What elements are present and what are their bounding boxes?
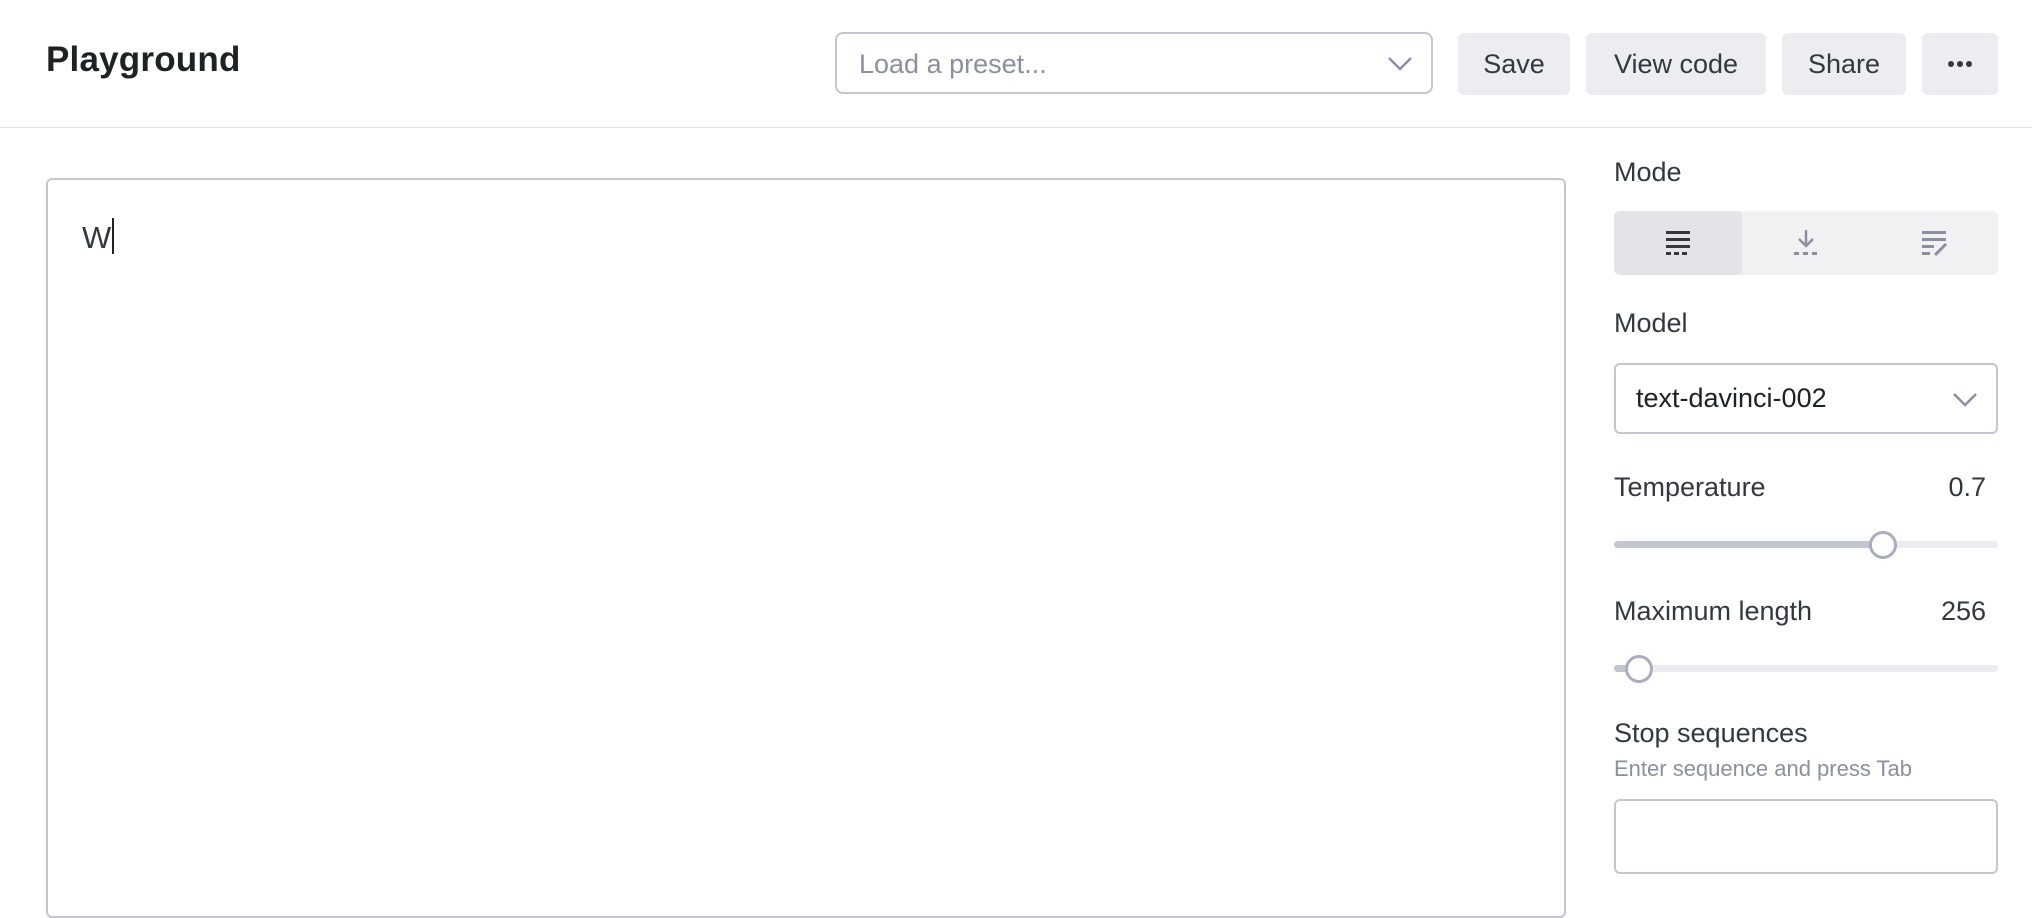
slider-fill xyxy=(1614,541,1883,548)
insert-mode-icon xyxy=(1794,230,1817,255)
complete-mode-icon xyxy=(1666,231,1690,255)
temperature-value[interactable]: 0.7 xyxy=(1948,472,1986,503)
share-button[interactable]: Share xyxy=(1782,33,1906,95)
mode-insert-button[interactable] xyxy=(1742,211,1870,275)
preset-select[interactable]: Load a preset... xyxy=(835,32,1433,94)
model-label: Model xyxy=(1614,308,1688,338)
mode-label: Mode xyxy=(1614,157,1682,187)
slider-track xyxy=(1614,665,1998,672)
header-bar: Playground Load a preset... Save View co… xyxy=(0,0,2032,128)
max-length-label: Maximum length xyxy=(1614,596,1813,626)
text-caret xyxy=(112,218,115,254)
save-button[interactable]: Save xyxy=(1458,33,1570,95)
slider-thumb[interactable] xyxy=(1869,531,1897,559)
mode-selector xyxy=(1614,211,1998,275)
prompt-editor[interactable]: W xyxy=(46,178,1566,918)
model-select[interactable]: text-davinci-002 xyxy=(1614,363,1998,434)
stop-sequences-label: Stop sequences xyxy=(1614,718,1808,748)
max-length-value[interactable]: 256 xyxy=(1941,596,1986,627)
stop-sequences-hint: Enter sequence and press Tab xyxy=(1614,756,1913,781)
edit-mode-icon xyxy=(1922,231,1948,257)
mode-edit-button[interactable] xyxy=(1870,211,1998,275)
stop-sequences-input[interactable] xyxy=(1614,799,1998,874)
editor-text: W xyxy=(82,220,112,255)
view-code-button[interactable]: View code xyxy=(1586,33,1766,95)
chevron-down-icon xyxy=(1953,393,1977,407)
chevron-down-icon xyxy=(1388,57,1412,71)
mode-complete-button[interactable] xyxy=(1614,211,1742,275)
editor-content: W xyxy=(82,218,115,256)
more-horizontal-icon xyxy=(1948,61,1972,67)
more-button[interactable] xyxy=(1922,33,1998,95)
max-length-slider[interactable] xyxy=(1614,653,1998,683)
preset-placeholder: Load a preset... xyxy=(859,49,1047,79)
temperature-label: Temperature xyxy=(1614,472,1766,502)
page-title: Playground xyxy=(46,40,241,79)
temperature-slider[interactable] xyxy=(1614,529,1998,559)
slider-thumb[interactable] xyxy=(1625,655,1653,683)
model-value: text-davinci-002 xyxy=(1636,383,1827,413)
